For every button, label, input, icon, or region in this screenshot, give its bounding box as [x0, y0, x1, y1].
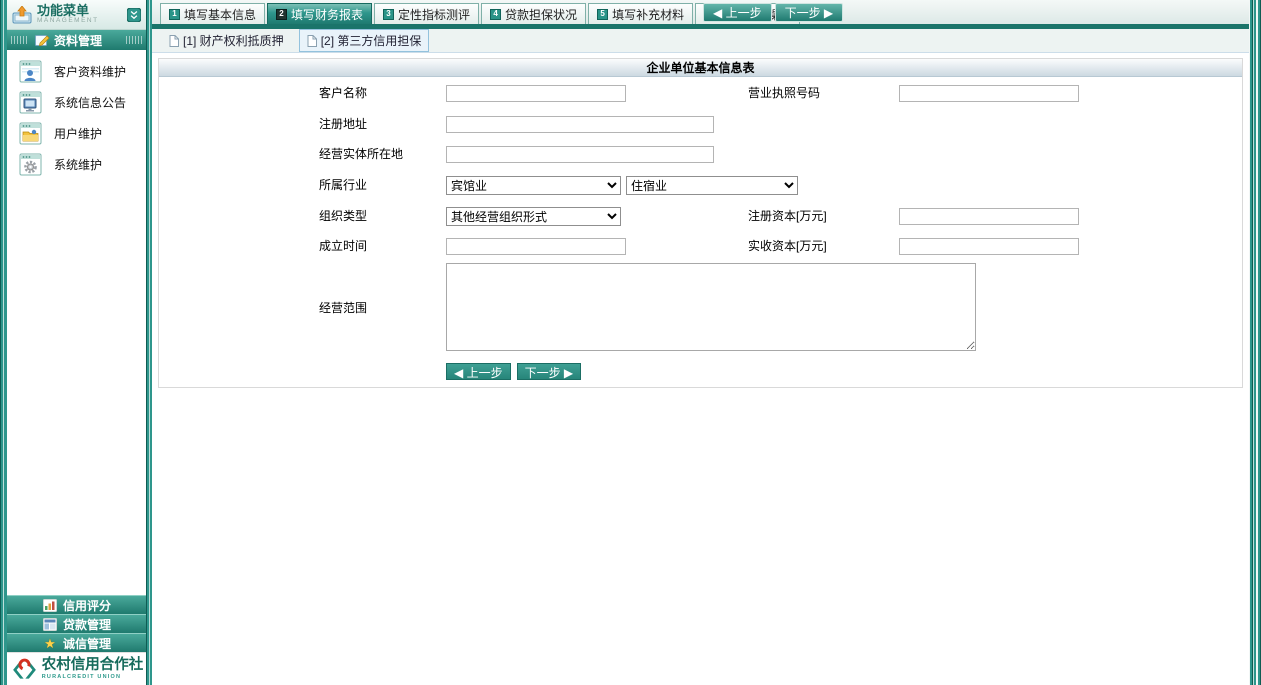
entity-location-label: 经营实体所在地	[319, 146, 403, 163]
sidebar-header: 功能菜单 MANAGEMENT	[7, 0, 146, 30]
section-right-decor	[126, 36, 142, 44]
sidebar-section-credit-score[interactable]: 信用评分	[7, 595, 146, 614]
menu-tray-icon	[12, 6, 32, 24]
tab-label: 定性指标测评	[398, 6, 470, 23]
subtab-bar: [1] 财产权利抵质押 [2] 第三方信用担保	[152, 29, 1249, 53]
brand-footer: 农村信用合作社 RURALCREDIT UNION	[7, 652, 146, 685]
sidebar-section-label: 信用评分	[63, 597, 111, 614]
sidebar-item-user-maintenance[interactable]: 用户维护	[7, 118, 146, 149]
registered-capital-input[interactable]	[899, 208, 1079, 225]
subtab-label: [2] 第三方信用担保	[321, 32, 422, 49]
entity-location-input[interactable]	[446, 146, 714, 163]
brand-title: 农村信用合作社	[42, 658, 144, 673]
sidebar-item-label: 客户资料维护	[54, 63, 126, 80]
registered-address-label: 注册地址	[319, 116, 367, 133]
sidebar-item-system-announcement[interactable]: 系统信息公告	[7, 87, 146, 118]
subtab-property-mortgage[interactable]: [1] 财产权利抵质押	[161, 29, 292, 52]
step-number-chip: 2	[276, 9, 287, 20]
sidebar-item-label: 系统信息公告	[54, 94, 126, 111]
sidebar-bottom-sections: 信用评分 贷款管理 ★ 诚信管理	[7, 595, 146, 652]
step-number-chip: 3	[383, 9, 394, 20]
industry-category-select[interactable]: 宾馆业	[446, 176, 621, 195]
subtab-label: [1] 财产权利抵质押	[183, 32, 284, 49]
sidebar-item-customer-profile[interactable]: 客户资料维护	[7, 56, 146, 87]
sidebar: 功能菜单 MANAGEMENT 资料管理	[0, 0, 152, 685]
registered-address-input[interactable]	[446, 116, 714, 133]
integrity-management-icon: ★	[44, 637, 56, 650]
industry-subcategory-select[interactable]: 住宿业	[626, 176, 798, 195]
established-date-input[interactable]	[446, 238, 626, 255]
industry-label: 所属行业	[319, 177, 367, 194]
enterprise-info-form: 企业单位基本信息表 客户名称 营业执照号码 注册地址 经营实体所在地 所属行业 …	[158, 58, 1243, 388]
credit-score-icon	[43, 599, 57, 612]
next-step-button-top[interactable]: 下一步 ▶	[775, 3, 844, 22]
business-license-label: 营业执照号码	[748, 85, 820, 102]
tab-supplementary-material[interactable]: 5 填写补充材料	[588, 3, 693, 24]
next-step-button-form[interactable]: 下一步 ▶	[517, 363, 582, 380]
tab-qualitative-evaluation[interactable]: 3 定性指标测评	[374, 3, 479, 24]
prev-step-button-top[interactable]: ◀ 上一步	[703, 3, 772, 22]
sidebar-section-integrity-management[interactable]: ★ 诚信管理	[7, 633, 146, 652]
tab-label: 贷款担保状况	[505, 6, 577, 23]
document-icon	[307, 35, 317, 47]
sidebar-section-label: 诚信管理	[63, 635, 111, 652]
tab-loan-guarantee[interactable]: 4 贷款担保状况	[481, 3, 586, 24]
subtab-third-party-guarantee[interactable]: [2] 第三方信用担保	[299, 29, 430, 52]
section-left-decor	[11, 36, 27, 44]
collapse-sidebar-icon[interactable]	[127, 8, 141, 22]
sidebar-left-decor	[0, 0, 7, 685]
right-edge-decor	[1249, 0, 1261, 685]
sidebar-section-label: 贷款管理	[63, 616, 111, 633]
system-announcement-icon	[19, 91, 42, 114]
sidebar-item-label: 用户维护	[54, 125, 102, 142]
registered-capital-label: 注册资本[万元]	[748, 208, 827, 225]
tab-financial-report[interactable]: 2 填写财务报表	[267, 3, 372, 24]
sidebar-item-system-maintenance[interactable]: 系统维护	[7, 149, 146, 180]
user-maintenance-icon	[19, 122, 42, 145]
customer-profile-icon	[19, 60, 42, 83]
sidebar-section-loan-management[interactable]: 贷款管理	[7, 614, 146, 633]
tab-label: 填写财务报表	[291, 6, 363, 23]
sidebar-section-data-management[interactable]: 资料管理	[7, 30, 146, 50]
business-license-input[interactable]	[899, 85, 1079, 102]
customer-name-label: 客户名称	[319, 85, 367, 102]
rural-credit-union-logo	[10, 655, 39, 683]
tab-basic-info[interactable]: 1 填写基本信息	[160, 3, 265, 24]
paid-capital-label: 实收资本[万元]	[748, 238, 827, 255]
paid-capital-input[interactable]	[899, 238, 1079, 255]
step-number-chip: 5	[597, 9, 608, 20]
sidebar-title: 功能菜单	[37, 4, 127, 17]
tab-label: 填写基本信息	[184, 6, 256, 23]
section-label: 资料管理	[54, 32, 126, 49]
sidebar-item-label: 系统维护	[54, 156, 102, 173]
document-icon	[169, 35, 179, 47]
step-number-chip: 4	[490, 9, 501, 20]
edit-pencil-icon	[35, 34, 50, 47]
sidebar-menu: 客户资料维护 系统信息公告	[7, 50, 146, 180]
wizard-tabbar: 1 填写基本信息 2 填写财务报表 3 定性指标测评 4 贷款担保状况 5 填写…	[152, 0, 1249, 24]
form-title: 企业单位基本信息表	[159, 59, 1242, 77]
org-type-label: 组织类型	[319, 208, 367, 225]
sidebar-subtitle: MANAGEMENT	[37, 18, 127, 25]
loan-management-icon	[43, 618, 57, 631]
established-date-label: 成立时间	[319, 238, 367, 255]
brand-subtitle: RURALCREDIT UNION	[42, 675, 144, 681]
main-area: 1 填写基本信息 2 填写财务报表 3 定性指标测评 4 贷款担保状况 5 填写…	[152, 0, 1249, 685]
step-number-chip: 1	[169, 9, 180, 20]
prev-step-button-form[interactable]: ◀ 上一步	[446, 363, 511, 380]
business-scope-label: 经营范围	[319, 300, 367, 317]
customer-name-input[interactable]	[446, 85, 626, 102]
business-scope-textarea[interactable]	[446, 263, 976, 351]
system-maintenance-icon	[19, 153, 42, 176]
org-type-select[interactable]: 其他经营组织形式	[446, 207, 621, 226]
tab-label: 填写补充材料	[612, 6, 684, 23]
